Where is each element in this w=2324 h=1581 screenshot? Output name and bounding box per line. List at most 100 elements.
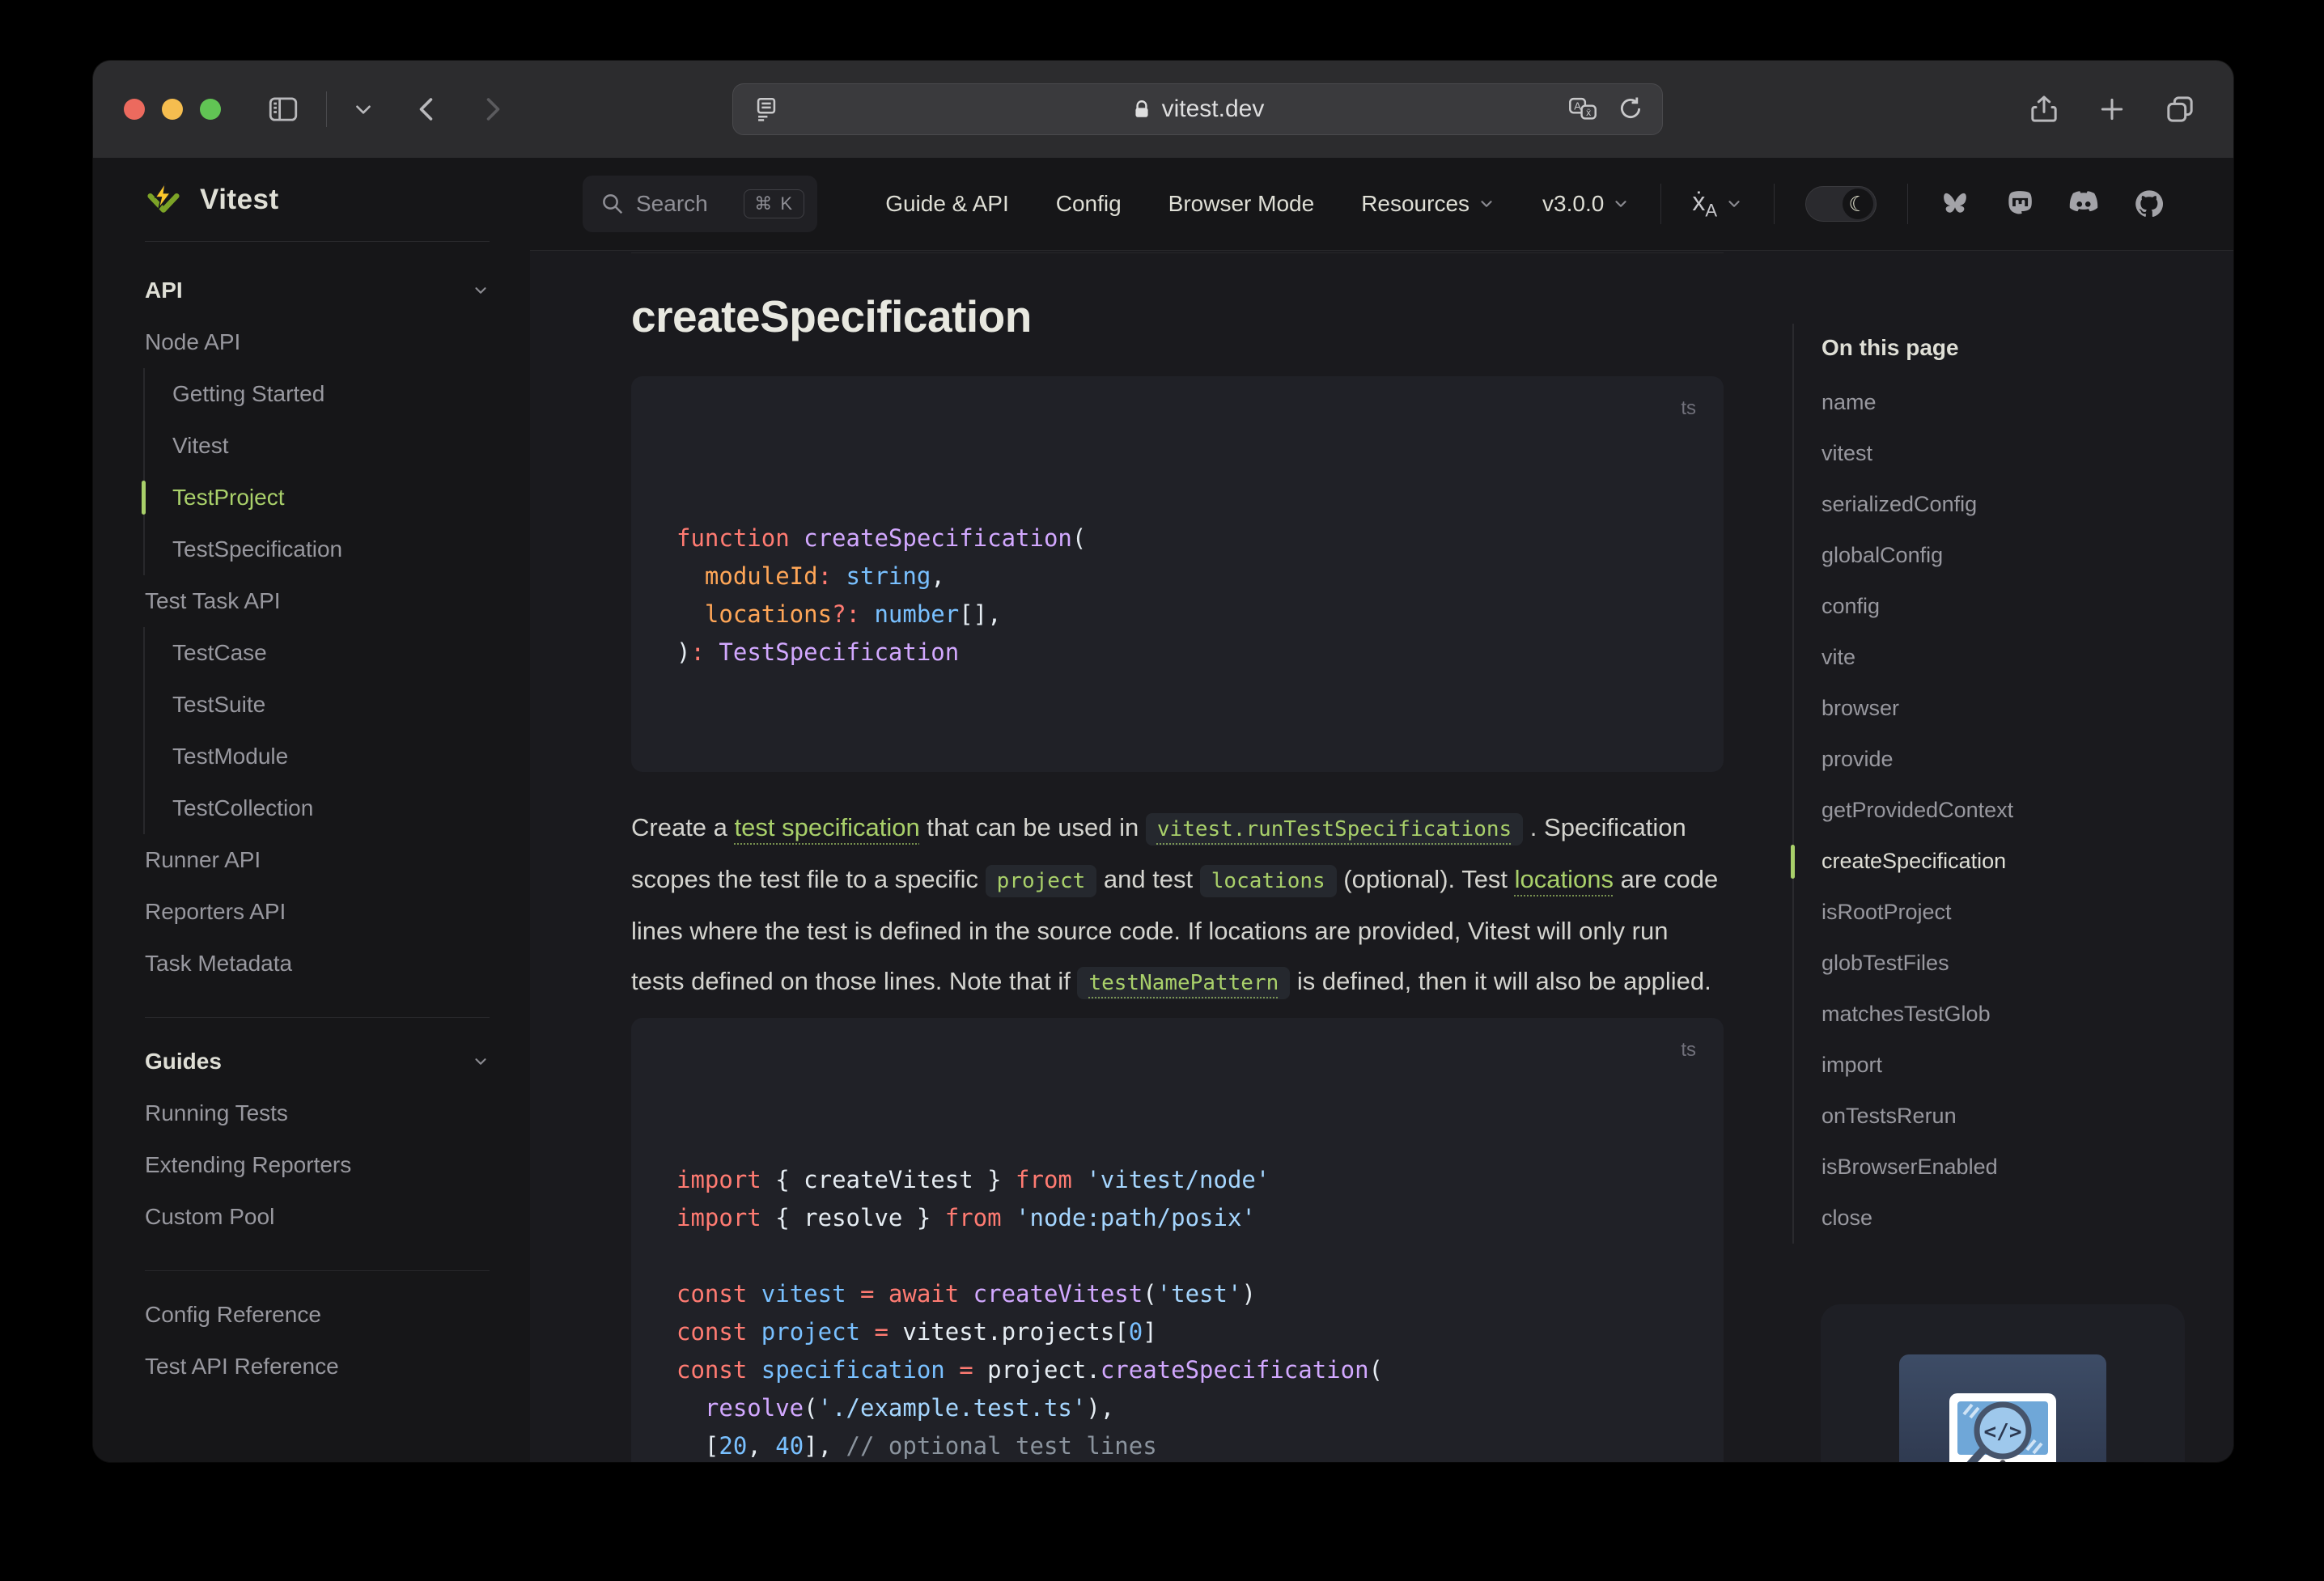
nav-link-label: Guide & API: [885, 191, 1009, 216]
sidebar-item-task-metadata[interactable]: Task Metadata: [145, 938, 490, 990]
code-line: function createSpecification(: [676, 524, 1087, 552]
search-button[interactable]: Search ⌘ K: [583, 176, 817, 232]
tab-group-chevron-icon[interactable]: [353, 99, 374, 120]
nav-link-guide-api[interactable]: Guide & API: [885, 191, 1009, 217]
reload-icon[interactable]: [1617, 95, 1644, 124]
minimize-window-button[interactable]: [162, 99, 183, 120]
link-test-specification[interactable]: test specification: [735, 813, 920, 841]
reader-view-icon[interactable]: [753, 95, 780, 123]
code-line: locations?: number[],: [704, 600, 1002, 628]
sidebar-section-api[interactable]: API: [145, 265, 490, 316]
sidebar-item-testcollection[interactable]: TestCollection: [143, 782, 490, 834]
sidebar-item-node-api[interactable]: Node API: [145, 316, 490, 368]
sidebar-section-guides[interactable]: Guides: [145, 1036, 490, 1087]
inline-code-locations: locations: [1199, 865, 1337, 897]
sidebar-item-testspecification[interactable]: TestSpecification: [143, 523, 490, 575]
tab-overview-icon[interactable]: [2164, 93, 2196, 125]
outline-item-globalconfig[interactable]: globalConfig: [1821, 530, 2173, 581]
sidebar-item-test-task-api[interactable]: Test Task API: [145, 575, 490, 627]
nav-link-config[interactable]: Config: [1056, 191, 1122, 217]
outline-item-matchestestglob[interactable]: matchesTestGlob: [1821, 989, 2173, 1040]
outline-item-name[interactable]: name: [1821, 377, 2173, 428]
nav-link-label: Config: [1055, 191, 1122, 216]
nav-link-browser-mode[interactable]: Browser Mode: [1168, 191, 1315, 217]
translate-glyph-icon: ẋA: [1692, 186, 1717, 221]
text: (optional). Test: [1336, 865, 1515, 893]
svg-text:A: A: [1574, 100, 1581, 112]
outline-item-ontestsrerun[interactable]: onTestsRerun: [1821, 1091, 2173, 1142]
zoom-window-button[interactable]: [200, 99, 221, 120]
code-line: import { createVitest } from 'vitest/nod…: [676, 1166, 1270, 1193]
sidebar-section-label: API: [145, 278, 183, 303]
outline-item-import[interactable]: import: [1821, 1040, 2173, 1091]
browser-window: vitest.dev A x̄ Vitest API Node API Gett…: [93, 61, 2233, 1462]
lock-icon: [1135, 100, 1148, 117]
translate-icon[interactable]: A x̄: [1567, 95, 1599, 124]
link-locations[interactable]: locations: [1515, 865, 1614, 893]
outline-item-getprovidedcontext[interactable]: getProvidedContext: [1821, 785, 2173, 836]
close-window-button[interactable]: [124, 99, 145, 120]
outline-item-close[interactable]: close: [1821, 1193, 2173, 1244]
outline-item-browser[interactable]: browser: [1821, 683, 2173, 734]
sponsor-card[interactable]: </>: [1821, 1304, 2185, 1462]
inline-code-link-vitest-runtestspecifications[interactable]: vitest.runTestSpecifications: [1145, 813, 1524, 846]
outline-item-isrootproject[interactable]: isRootProject: [1821, 887, 2173, 938]
discord-icon[interactable]: [2067, 189, 2101, 218]
address-bar[interactable]: vitest.dev A x̄: [732, 83, 1663, 135]
sidebar-item-testsuite[interactable]: TestSuite: [143, 679, 490, 731]
sidebar-item-testmodule[interactable]: TestModule: [143, 731, 490, 782]
url-text: vitest.dev: [1161, 95, 1265, 122]
language-menu[interactable]: ẋA: [1692, 187, 1743, 221]
outline-item-serializedconfig[interactable]: serializedConfig: [1821, 479, 2173, 530]
vitest-logo-icon: [147, 181, 180, 213]
sidebar-item-config-reference[interactable]: Config Reference: [145, 1289, 490, 1341]
outline-item-provide[interactable]: provide: [1821, 734, 2173, 785]
chevron-down-icon: [1481, 201, 1492, 207]
theme-toggle[interactable]: ☾: [1805, 186, 1877, 222]
code-block-example: ts import { createVitest } from 'vitest/…: [631, 1018, 1724, 1462]
sidebar-item-custom-pool[interactable]: Custom Pool: [145, 1191, 490, 1243]
inline-code-project: project: [985, 865, 1097, 897]
outline-item-isbrowserenabled[interactable]: isBrowserEnabled: [1821, 1142, 2173, 1193]
sidebar-item-reporters-api[interactable]: Reporters API: [145, 886, 490, 938]
logo[interactable]: Vitest: [145, 158, 490, 242]
sidebar-toggle-icon[interactable]: [266, 92, 300, 126]
browser-titlebar: vitest.dev A x̄: [93, 61, 2233, 158]
forward-button[interactable]: [477, 95, 507, 124]
nav-divider: [1660, 184, 1662, 224]
sidebar-item-testcase[interactable]: TestCase: [143, 627, 490, 679]
nav-link-label: Browser Mode: [1168, 191, 1315, 216]
new-tab-icon[interactable]: [2096, 93, 2128, 125]
sidebar-item-getting-started[interactable]: Getting Started: [143, 368, 490, 420]
sidebar-item-running-tests[interactable]: Running Tests: [145, 1087, 490, 1139]
chevron-down-icon: [1728, 201, 1740, 207]
outline-item-config[interactable]: config: [1821, 581, 2173, 632]
sidebar-item-testproject[interactable]: TestProject: [142, 472, 490, 523]
code-block-signature: ts function createSpecification( moduleI…: [631, 376, 1724, 772]
github-icon[interactable]: [2133, 188, 2165, 220]
nav-link-resources[interactable]: Resources: [1361, 191, 1495, 217]
sidebar-item-runner-api[interactable]: Runner API: [145, 834, 490, 886]
sidebar-item-vitest[interactable]: Vitest: [143, 420, 490, 472]
inline-code-link-testnamepattern[interactable]: testNamePattern: [1077, 967, 1291, 999]
mastodon-icon[interactable]: [2004, 189, 2034, 219]
code-line: const project = vitest.projects[0]: [676, 1318, 1157, 1346]
code-line: ): TestSpecification: [676, 638, 960, 666]
outline-item-vite[interactable]: vite: [1821, 632, 2173, 683]
sidebar-item-test-api-reference[interactable]: Test API Reference: [145, 1341, 490, 1392]
sidebar-item-extending-reporters[interactable]: Extending Reporters: [145, 1139, 490, 1191]
search-shortcut: ⌘ K: [744, 189, 804, 218]
on-this-page-title: On this page: [1821, 335, 1959, 360]
outline-item-globtestfiles[interactable]: globTestFiles: [1821, 938, 2173, 989]
code-line: moduleId: string,: [704, 562, 945, 590]
nav-link-label: Resources: [1361, 191, 1470, 216]
back-button[interactable]: [413, 95, 442, 124]
code-lang-badge: ts: [1681, 397, 1696, 419]
share-icon[interactable]: [2028, 93, 2060, 125]
bluesky-icon[interactable]: [1939, 189, 1971, 218]
nav-link-v3-0-0[interactable]: v3.0.0: [1542, 191, 1630, 217]
text: and test: [1096, 865, 1200, 893]
outline-item-vitest[interactable]: vitest: [1821, 428, 2173, 479]
outline-item-createspecification[interactable]: createSpecification: [1791, 836, 2173, 887]
